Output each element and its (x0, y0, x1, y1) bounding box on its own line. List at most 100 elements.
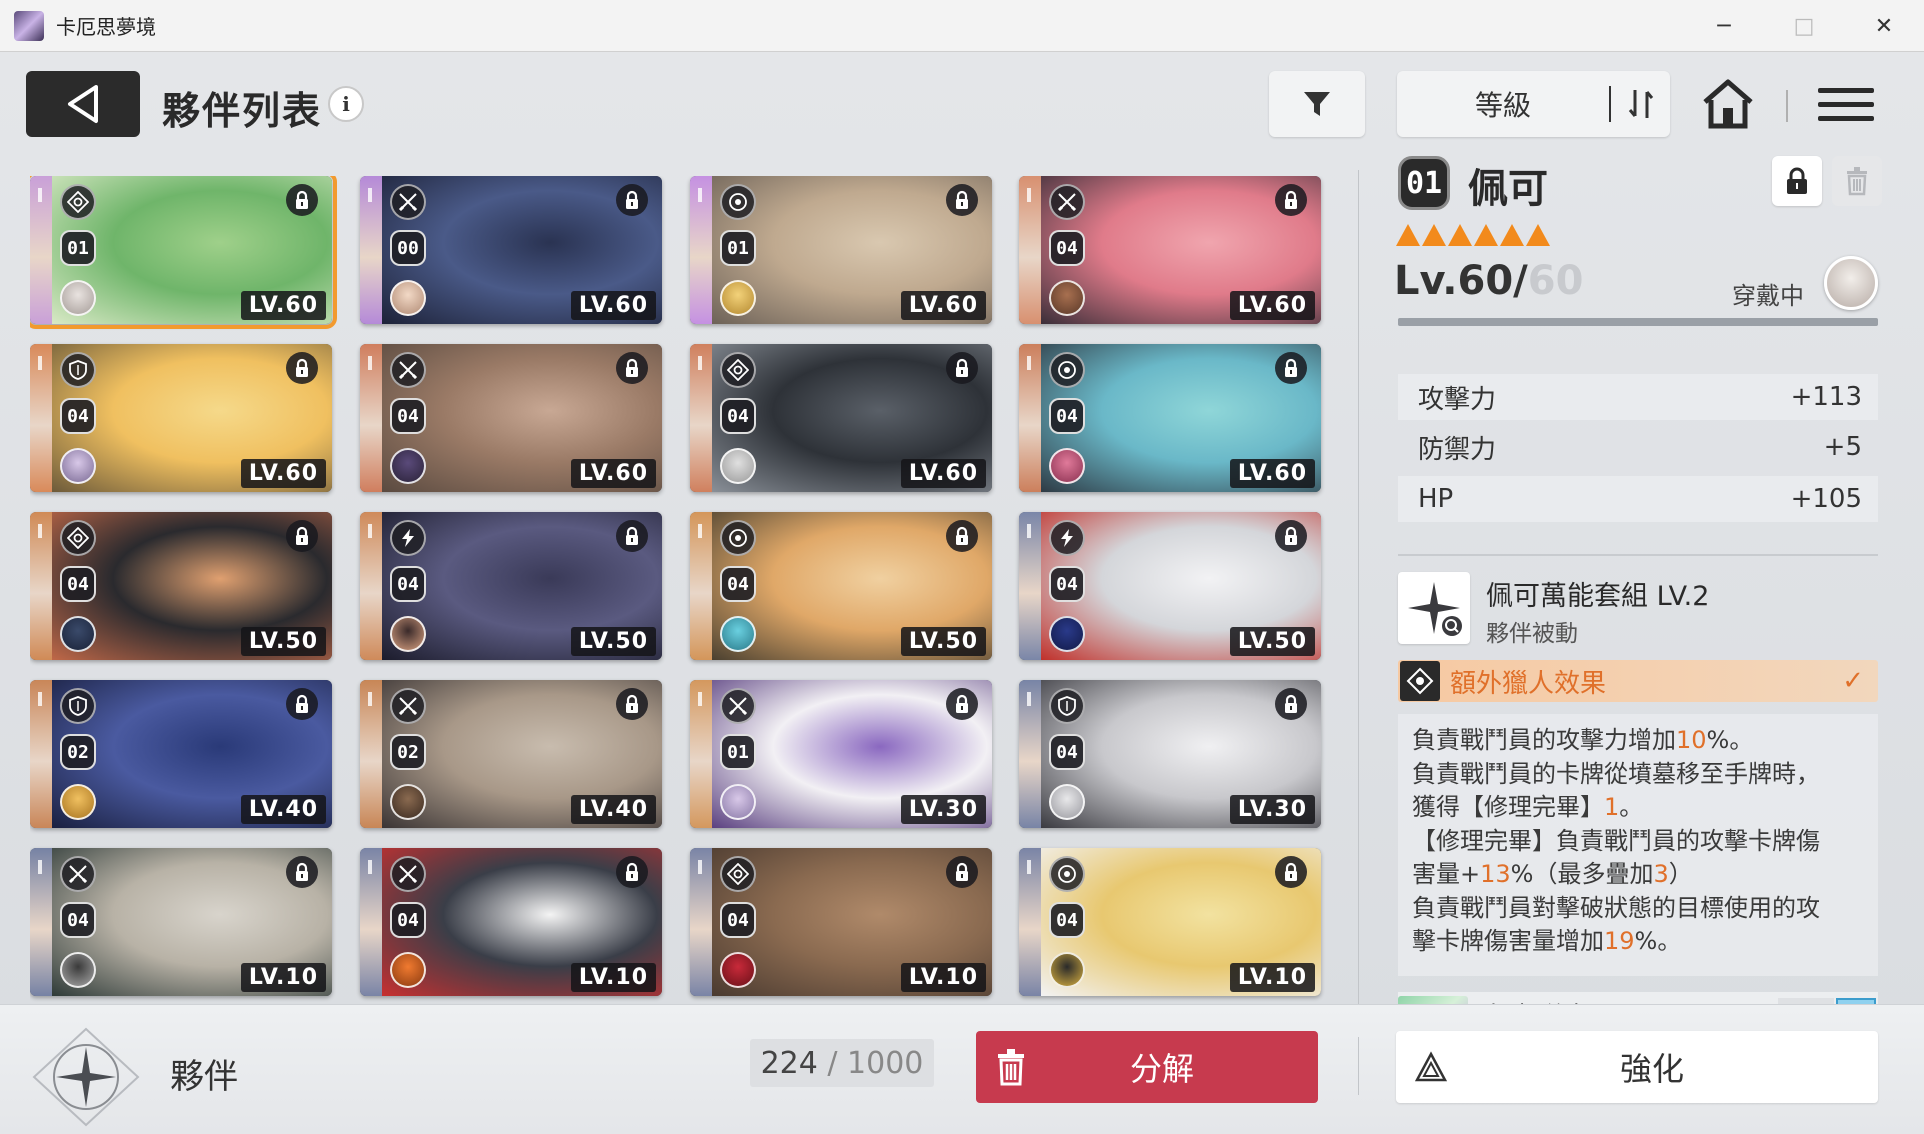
lock-icon[interactable] (1275, 184, 1307, 216)
skill-icon-button[interactable] (1398, 572, 1470, 644)
partner-card[interactable]: 04 LV.10 (1019, 848, 1321, 996)
footer-label: 夥伴 (170, 1057, 238, 1097)
partner-card[interactable]: 04 LV.50 (30, 512, 332, 660)
partner-card[interactable]: 02 LV.40 (30, 680, 332, 828)
desc-text: ） (1668, 860, 1693, 888)
check-icon: ✓ (1842, 666, 1864, 696)
card-rank: 04 (1049, 230, 1085, 266)
crosshair-icon (1400, 661, 1440, 701)
partner-card[interactable]: 02 LV.40 (360, 680, 662, 828)
owner-avatar (720, 952, 756, 988)
partner-card[interactable]: 01 LV.60 (690, 176, 992, 324)
lock-icon[interactable] (946, 688, 978, 720)
card-rank: 04 (60, 398, 96, 434)
card-level: LV.60 (240, 459, 326, 488)
partner-card[interactable]: 04 LV.60 (1019, 176, 1321, 324)
owner-avatar (1049, 280, 1085, 316)
close-button[interactable]: ✕ (1844, 0, 1924, 52)
sort-direction-button[interactable] (1611, 88, 1670, 120)
enhance-button[interactable]: 強化 (1396, 1031, 1878, 1103)
detail-lock-button[interactable] (1772, 156, 1822, 206)
owner-avatar (390, 616, 426, 652)
owner-avatar (390, 448, 426, 484)
lock-icon[interactable] (1275, 856, 1307, 888)
lock-icon[interactable] (286, 184, 318, 216)
stat-value: +5 (1823, 432, 1862, 462)
partner-card[interactable]: 00 LV.60 (360, 176, 662, 324)
hunter-bonus-bar[interactable]: 額外獵人效果 ✓ (1398, 660, 1878, 702)
partner-card[interactable]: 04 LV.60 (360, 344, 662, 492)
rarity-star-icon (1474, 224, 1498, 246)
lock-icon[interactable] (1275, 688, 1307, 720)
partner-card[interactable]: 04 LV.50 (360, 512, 662, 660)
desc-highlight: 13 (1480, 860, 1511, 888)
partner-card[interactable]: 04 LV.10 (360, 848, 662, 996)
menu-button[interactable] (1818, 76, 1874, 132)
card-level: LV.50 (240, 627, 326, 656)
equipped-character-avatar[interactable] (1824, 256, 1878, 310)
trash-icon (1847, 167, 1867, 196)
card-level: LV.60 (900, 459, 986, 488)
partner-card[interactable]: 01 LV.60 (30, 176, 337, 329)
partner-card[interactable]: 04 LV.60 (690, 344, 992, 492)
lock-icon[interactable] (616, 184, 648, 216)
rarity-stripe (30, 176, 52, 324)
count-separator: / (817, 1045, 848, 1081)
sort-dropdown[interactable]: 等級 (1397, 71, 1670, 137)
partner-card[interactable]: 04 LV.30 (1019, 680, 1321, 828)
back-arrow-icon (68, 85, 98, 123)
info-button[interactable]: i (328, 86, 364, 122)
disassemble-label: 分解 (1129, 1050, 1194, 1088)
partner-card[interactable]: 04 LV.60 (1019, 344, 1321, 492)
partner-card[interactable]: 04 LV.10 (690, 848, 992, 996)
lock-icon (1787, 167, 1807, 194)
card-rank: 04 (60, 566, 96, 602)
lock-icon[interactable] (286, 520, 318, 552)
trash-icon (976, 1031, 1046, 1103)
lock-icon[interactable] (286, 352, 318, 384)
swords-icon (720, 688, 756, 724)
partner-card[interactable]: 01 LV.30 (690, 680, 992, 828)
lock-icon[interactable] (616, 520, 648, 552)
partner-card[interactable]: 04 LV.50 (1019, 512, 1321, 660)
back-button[interactable] (26, 71, 140, 137)
lock-icon[interactable] (616, 856, 648, 888)
minimize-button[interactable]: ─ (1684, 0, 1764, 52)
partner-card[interactable]: 04 LV.50 (690, 512, 992, 660)
filter-button[interactable] (1269, 71, 1365, 137)
lock-icon[interactable] (616, 352, 648, 384)
owner-avatar (1049, 952, 1085, 988)
lock-icon[interactable] (616, 688, 648, 720)
lock-icon[interactable] (946, 352, 978, 384)
desc-highlight: 3 (1653, 860, 1669, 888)
lock-icon[interactable] (1275, 520, 1307, 552)
rarity-stripe (30, 512, 52, 660)
header-divider (1786, 90, 1788, 122)
desc-line: 【修理完畢】負責戰鬥員的攻擊卡牌傷 (1412, 826, 1820, 855)
partner-card[interactable]: 04 LV.60 (30, 344, 332, 492)
swords-icon (390, 688, 426, 724)
desc-line: 獲得【修理完畢】1。 (1412, 791, 1866, 825)
app-icon (14, 10, 44, 41)
lock-icon[interactable] (286, 856, 318, 888)
card-rank: 02 (390, 734, 426, 770)
card-level: LV.60 (1229, 291, 1315, 320)
home-button[interactable] (1698, 76, 1758, 132)
owner-avatar (60, 448, 96, 484)
lock-icon[interactable] (1275, 352, 1307, 384)
desc-text: 害量+ (1412, 860, 1481, 888)
maximize-button[interactable]: □ (1764, 0, 1844, 52)
lock-icon[interactable] (946, 184, 978, 216)
lock-icon[interactable] (946, 520, 978, 552)
lock-icon[interactable] (286, 688, 318, 720)
partner-card[interactable]: 04 LV.10 (30, 848, 332, 996)
card-level: LV.10 (240, 963, 326, 992)
lock-icon[interactable] (946, 856, 978, 888)
owner-avatar (1049, 448, 1085, 484)
card-rank: 04 (390, 902, 426, 938)
enhance-label: 強化 (1619, 1050, 1684, 1088)
disassemble-button[interactable]: 分解 (976, 1031, 1318, 1103)
detail-delete-button[interactable] (1832, 156, 1882, 206)
skill-description: 負責戰鬥員的攻擊力增加10%。 負責戰鬥員的卡牌從墳墓移至手牌時， 獲得【修理完… (1398, 714, 1878, 976)
rarity-stripe (1019, 344, 1041, 492)
